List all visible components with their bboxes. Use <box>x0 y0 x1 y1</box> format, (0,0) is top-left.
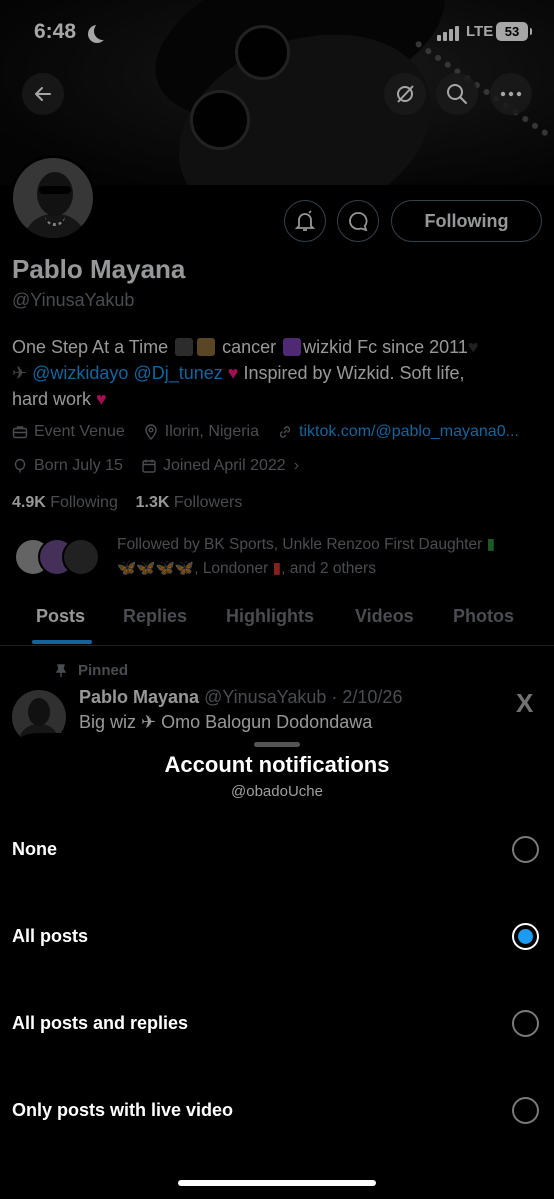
option-all-posts[interactable]: All posts <box>0 902 554 972</box>
radio-all-posts[interactable] <box>512 923 539 950</box>
option-label: All posts and replies <box>12 1013 189 1033</box>
sheet-title: Account notifications <box>164 752 390 777</box>
radio-all-posts-and-replies[interactable] <box>512 1010 539 1037</box>
option-label: All posts <box>12 926 89 946</box>
option-live-video[interactable]: Only posts with live video <box>0 1076 554 1146</box>
option-label: None <box>12 839 57 859</box>
account-notifications-sheet: Account notifications @obadoUche None Al… <box>0 733 554 1199</box>
sheet-grabber[interactable] <box>254 742 300 747</box>
option-label: Only posts with live video <box>12 1100 234 1120</box>
option-all-posts-and-replies[interactable]: All posts and replies <box>0 989 554 1059</box>
option-none[interactable]: None <box>0 815 554 885</box>
radio-live-video[interactable] <box>512 1097 539 1124</box>
home-indicator[interactable] <box>178 1180 376 1186</box>
sheet-subtitle: @obadoUche <box>231 783 323 800</box>
radio-none[interactable] <box>512 836 539 863</box>
